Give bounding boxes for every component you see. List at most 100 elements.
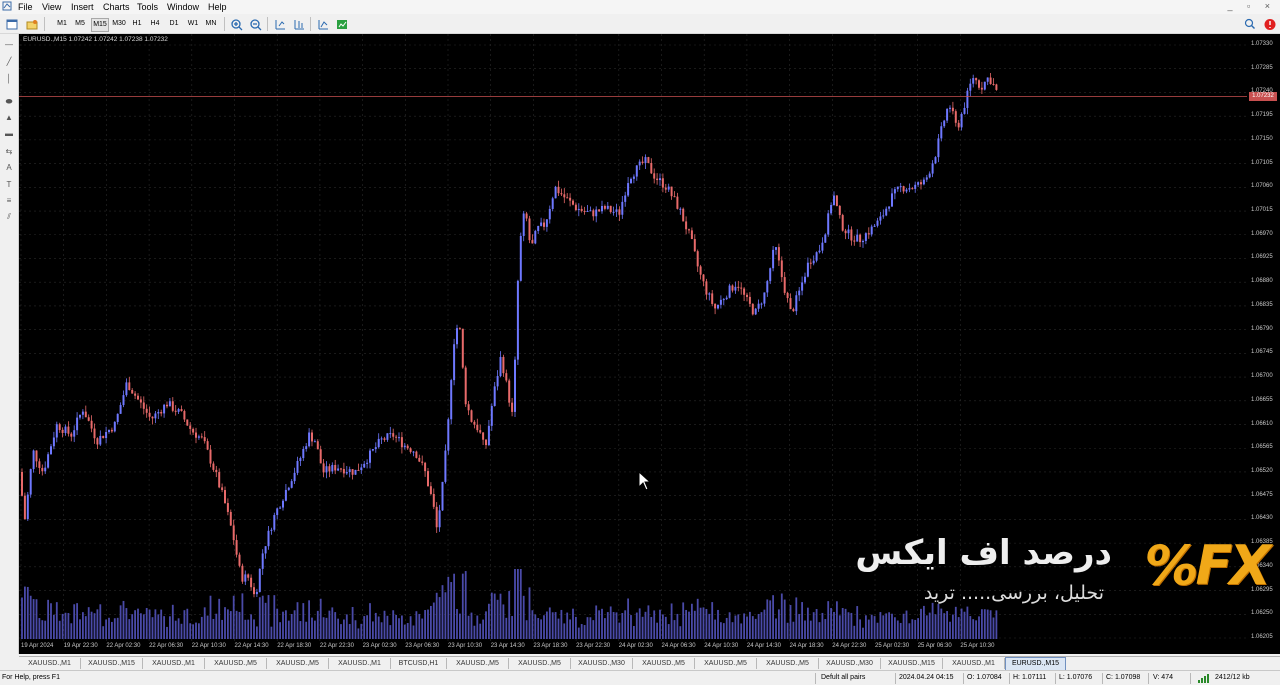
candle-body — [363, 463, 366, 468]
chart-tab[interactable]: XAUUSD.,M5 — [509, 658, 571, 669]
chart-tab[interactable]: XAUUSD.,M5 — [447, 658, 509, 669]
candle-body — [197, 436, 200, 438]
timeframe-m30[interactable]: M30 — [111, 18, 127, 30]
timeframe-m5[interactable]: M5 — [74, 18, 86, 30]
chart-tab[interactable]: XAUUSD.,M15 — [881, 658, 943, 669]
volume-bar — [456, 608, 458, 639]
text-label-icon[interactable]: T — [3, 180, 15, 190]
candle-body — [609, 205, 612, 212]
menu-view[interactable]: View — [42, 2, 61, 12]
new-chart-icon[interactable] — [4, 17, 20, 32]
candle-body — [943, 120, 946, 127]
chart-tab[interactable]: XAUUSD.,M30 — [571, 658, 633, 669]
volume-bar — [554, 612, 557, 639]
chart-tab[interactable]: XAUUSD.,M5 — [267, 658, 329, 669]
triangle-icon[interactable]: ▲ — [3, 113, 15, 123]
rectangle-icon[interactable]: ▬ — [3, 129, 15, 139]
volume-bar — [928, 612, 931, 639]
chart-tab[interactable]: XAUUSD.,M5 — [633, 658, 695, 669]
menu-window[interactable]: Window — [167, 2, 199, 12]
volume-bar — [461, 573, 464, 639]
volume-bar — [180, 623, 183, 639]
candle-body — [867, 233, 870, 235]
volume-bar — [459, 613, 461, 639]
volume-bar — [519, 569, 522, 639]
time-tick-label: 24 Apr 10:30 — [704, 643, 739, 649]
candle-body — [766, 281, 769, 293]
timeframe-h1[interactable]: H1 — [131, 18, 143, 30]
profiles-icon[interactable] — [24, 17, 40, 32]
autoscroll-icon[interactable] — [291, 17, 307, 32]
volume-bar — [630, 615, 632, 639]
volume-bar — [111, 621, 113, 639]
candle-body — [882, 215, 885, 217]
volume-bar — [873, 616, 876, 639]
timeframe-w1[interactable]: W1 — [187, 18, 199, 30]
zoom-in-icon[interactable] — [229, 17, 245, 32]
cursor-icon[interactable]: ― — [3, 40, 15, 50]
menu-file[interactable]: File — [18, 2, 33, 12]
fibonacci-icon[interactable]: ≡ — [3, 196, 15, 206]
chart-tab[interactable]: XAUUSD.,M5 — [757, 658, 819, 669]
candle-body — [835, 195, 838, 206]
chart-tab[interactable]: XAUUSD.,M1 — [19, 658, 81, 669]
arrows-icon[interactable]: ⇆ — [3, 147, 15, 157]
search-icon[interactable] — [1242, 17, 1258, 32]
volume-bar — [319, 598, 322, 639]
zoom-out-icon[interactable] — [248, 17, 264, 32]
chart-tab[interactable]: XAUUSD.,M5 — [205, 658, 267, 669]
candle-body — [487, 425, 490, 446]
candle-body — [601, 206, 603, 212]
timeframe-m15[interactable]: M15 — [91, 18, 109, 32]
chart-tab[interactable]: XAUUSD.,M1 — [943, 658, 1005, 669]
candle-body — [354, 469, 357, 475]
chart-tab[interactable]: XAUUSD.,M30 — [819, 658, 881, 669]
chart-tab[interactable]: XAUUSD.,M1 — [329, 658, 391, 669]
window-controls[interactable]: _ ▫ × — [1228, 1, 1276, 11]
candle-body — [224, 490, 226, 504]
trendline-icon[interactable]: ╱ — [3, 57, 15, 67]
price-tick-label: 1.07150 — [1251, 135, 1273, 142]
volume-bar — [696, 598, 699, 639]
candle-body — [157, 412, 160, 414]
timeframe-d1[interactable]: D1 — [168, 18, 180, 30]
volume-bar — [601, 608, 603, 639]
volume-bar — [224, 607, 226, 639]
volume-bar — [801, 602, 803, 639]
channel-icon[interactable]: ⫽ — [3, 212, 15, 222]
menu-insert[interactable]: Insert — [71, 2, 94, 12]
timeframe-mn[interactable]: MN — [205, 18, 217, 30]
volume-bar — [917, 618, 919, 639]
menu-charts[interactable]: Charts — [103, 2, 130, 12]
menu-help[interactable]: Help — [208, 2, 227, 12]
candle-body — [806, 262, 809, 277]
candle-body — [44, 467, 47, 472]
candle-body — [534, 230, 537, 244]
templates-icon[interactable] — [334, 17, 350, 32]
text-icon[interactable]: A — [3, 163, 15, 173]
current-price-label: 1.07232 — [1249, 92, 1277, 101]
chart-tab[interactable]: XAUUSD.,M15 — [81, 658, 143, 669]
candle-body — [180, 409, 183, 412]
candle-body — [90, 420, 93, 429]
vertical-line-icon[interactable]: │ — [3, 74, 15, 84]
chart-shift-icon[interactable] — [272, 17, 288, 32]
chart-tab[interactable]: XAUUSD.,M5 — [695, 658, 757, 669]
chart-tab[interactable]: XAUUSD.,M1 — [143, 658, 205, 669]
volume-bar — [693, 610, 696, 639]
candle-body — [183, 411, 186, 420]
chart-tab[interactable]: BTCUSD,H1 — [391, 658, 447, 669]
candle-body — [809, 262, 812, 264]
chart-tab[interactable]: EURUSD.,M15 — [1005, 657, 1066, 671]
candle-body — [531, 240, 534, 244]
volume-bar — [232, 595, 235, 639]
timeframe-m1[interactable]: M1 — [56, 18, 68, 30]
ellipse-icon[interactable]: ⬬ — [3, 97, 15, 107]
timeframe-h4[interactable]: H4 — [149, 18, 161, 30]
candle-body — [954, 111, 957, 123]
menu-tools[interactable]: Tools — [137, 2, 158, 12]
volume-bar — [409, 616, 412, 639]
alert-icon[interactable] — [1262, 17, 1278, 32]
candle-body — [58, 424, 61, 431]
indicators-icon[interactable] — [315, 17, 331, 32]
